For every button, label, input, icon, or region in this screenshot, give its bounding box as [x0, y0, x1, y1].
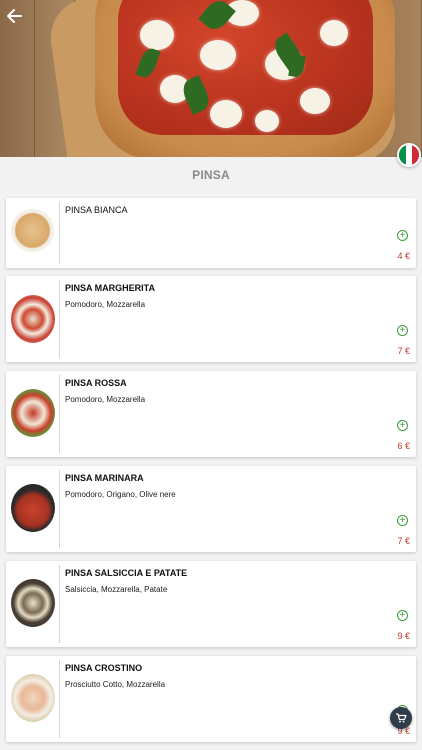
item-thumbnail: [11, 484, 55, 532]
hero-image: [0, 0, 422, 157]
item-description: Pomodoro, Mozzarella: [65, 300, 146, 309]
item-name: PINSA BIANCA: [65, 205, 128, 215]
cart-button[interactable]: [390, 707, 412, 729]
item-description: Pomodoro, Mozzarella: [65, 395, 146, 404]
item-thumbnail: [11, 389, 55, 437]
item-name: PINSA ROSSA: [65, 378, 127, 388]
item-description: Pomodoro, Origano, Olive nere: [65, 490, 176, 499]
add-icon[interactable]: +: [397, 610, 408, 621]
cart-icon: [396, 713, 407, 723]
item-name: PINSA SALSICCIA E PATATE: [65, 568, 188, 578]
add-icon[interactable]: +: [397, 515, 408, 526]
menu-item-card[interactable]: PINSA MARINARA Pomodoro, Origano, Olive …: [6, 466, 416, 552]
item-thumbnail: [11, 674, 55, 722]
item-price: 7 €: [397, 346, 410, 356]
language-flag-button[interactable]: [397, 143, 421, 167]
add-icon[interactable]: +: [397, 325, 408, 336]
item-description: Prosciutto Cotto, Mozzarella: [65, 680, 166, 689]
item-name: PINSA CROSTINO: [65, 663, 143, 673]
item-description: Salsiccia, Mozzarella, Patate: [65, 585, 168, 594]
menu-item-card[interactable]: PINSA SALSICCIA E PATATE Salsiccia, Mozz…: [6, 561, 416, 647]
item-price: 4 €: [397, 251, 410, 261]
flag-stripe-green: [399, 145, 406, 165]
item-thumbnail: [11, 295, 55, 343]
item-price: 7 €: [397, 536, 410, 546]
arrow-left-icon: [7, 9, 22, 23]
flag-stripe-red: [412, 145, 419, 165]
item-name: PINSA MARGHERITA: [65, 283, 155, 293]
menu-item-card[interactable]: PINSA ROSSA Pomodoro, Mozzarella + 6 €: [6, 371, 416, 457]
item-thumbnail: [11, 209, 54, 252]
item-price: 6 €: [397, 441, 410, 451]
flag-stripe-white: [405, 145, 413, 165]
menu-item-card[interactable]: PINSA MARGHERITA Pomodoro, Mozzarella + …: [6, 276, 416, 362]
item-price: 9 €: [397, 631, 410, 641]
item-name: PINSA MARINARA: [65, 473, 144, 483]
menu-item-card[interactable]: PINSA CROSTINO Prosciutto Cotto, Mozzare…: [6, 656, 416, 742]
item-thumbnail: [11, 579, 55, 627]
menu-item-card[interactable]: PINSA BIANCA + 4 €: [6, 198, 416, 268]
section-title: PINSA: [192, 168, 230, 182]
add-icon[interactable]: +: [397, 230, 408, 241]
add-icon[interactable]: +: [397, 420, 408, 431]
back-button[interactable]: [6, 6, 26, 28]
